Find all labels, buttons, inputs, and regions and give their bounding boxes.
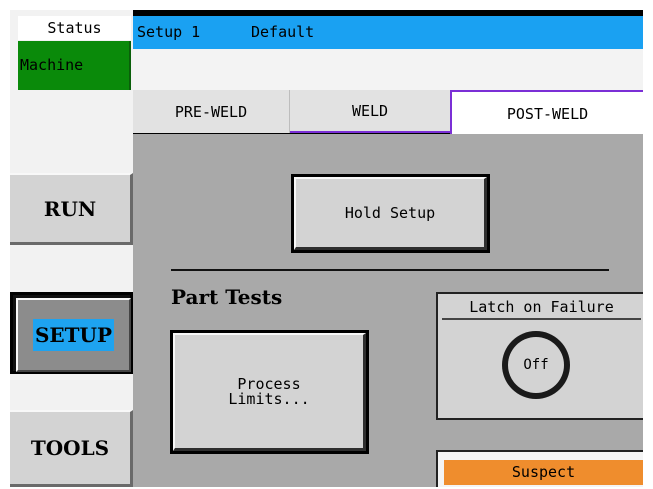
hold-setup-button[interactable]: Hold Setup	[294, 177, 487, 250]
tools-button[interactable]: TOOLS	[10, 410, 133, 487]
process-limits-line2: Limits...	[228, 389, 310, 408]
hold-setup-label: Hold Setup	[344, 204, 436, 222]
tab-pre-weld-label: PRE-WELD	[174, 102, 248, 121]
run-button-label: RUN	[43, 196, 97, 221]
part-tests-heading: Part Tests	[171, 285, 283, 309]
status-label: Status	[18, 16, 131, 40]
process-limits-frame: Process Limits...	[170, 330, 369, 454]
latch-on-failure-group: Latch on Failure Off	[436, 292, 643, 420]
suspect-indicator[interactable]: Suspect	[444, 460, 643, 485]
latch-toggle[interactable]: Off	[502, 331, 570, 399]
section-divider	[171, 269, 609, 271]
tab-bar: PRE-WELD WELD POST-WELD	[133, 90, 643, 136]
hmi-screen: Status Machine RUN SETUP TOOLS Setup 1 D…	[10, 10, 643, 487]
setup-button-face: SETUP	[16, 298, 131, 372]
tab-post-weld-label: POST-WELD	[506, 105, 589, 123]
setup-button[interactable]: SETUP	[10, 292, 133, 374]
tab-pre-weld[interactable]: PRE-WELD	[133, 90, 290, 133]
post-weld-panel: Hold Setup Part Tests Process Limits... …	[133, 134, 643, 487]
latch-toggle-value: Off	[508, 337, 564, 393]
hold-setup-frame: Hold Setup	[291, 174, 490, 253]
tools-button-label: TOOLS	[30, 436, 110, 460]
process-limits-label: Process Limits...	[228, 376, 310, 408]
tab-post-weld[interactable]: POST-WELD	[450, 90, 643, 136]
tab-weld-label: WELD	[351, 101, 389, 120]
header-bar: Setup 1 Default	[133, 16, 643, 49]
setup-button-label: SETUP	[32, 319, 115, 351]
left-nav-column: Status Machine RUN SETUP TOOLS	[10, 10, 133, 487]
process-limits-button[interactable]: Process Limits...	[173, 333, 366, 451]
run-button[interactable]: RUN	[10, 173, 133, 245]
tab-weld[interactable]: WELD	[290, 90, 450, 133]
setup-name: Setup 1	[137, 23, 201, 41]
preset-name: Default	[251, 23, 315, 41]
header-spacer	[133, 49, 643, 90]
status-value: Machine	[18, 41, 131, 90]
suspect-frame: Suspect	[436, 450, 643, 487]
latch-on-failure-title: Latch on Failure	[442, 298, 641, 320]
